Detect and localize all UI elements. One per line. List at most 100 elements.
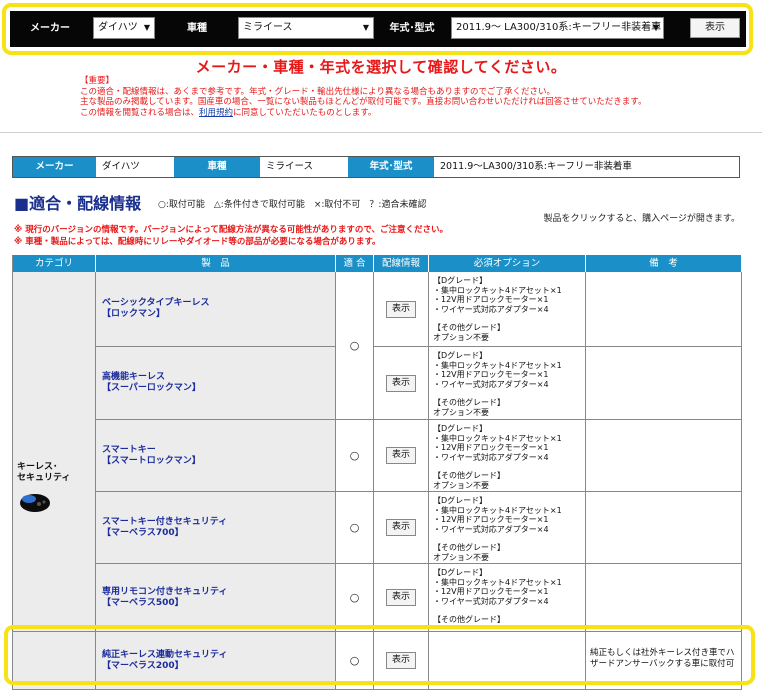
product-model: 【スマートロックマン】 [102, 455, 201, 466]
category-cell: キーレス･ セキュリティ [13, 272, 96, 632]
model-select-value: ミライース [243, 22, 293, 33]
vehicle-info-bar: メーカー ダイハツ 車種 ミライース 年式･型式 2011.9～LA300/31… [12, 156, 740, 178]
product-link[interactable]: 高機能キーレス 【スーパーロックマン】 [96, 347, 336, 420]
wiring-cell: 表示 [374, 420, 429, 492]
maker-label: メーカー [30, 23, 70, 34]
info-model-label: 車種 [174, 157, 260, 177]
maker-select[interactable]: ダイハツ ▼ [93, 17, 155, 39]
header-fit: 適 合 [336, 255, 374, 272]
wiring-show-button[interactable]: 表示 [386, 589, 416, 606]
vehicle-selector-bar: メーカー ダイハツ ▼ 車種 ミライース ▼ 年式･型式 2011.9～ LA3… [10, 11, 746, 47]
notice-text: に同意していただいたものとします。 [233, 107, 377, 118]
required-options: 【Dグレード】 ・集中ロックキット4ドアセット×1 ・12V用ドアロックモーター… [429, 272, 586, 347]
option-line: ・集中ロックキット4ドアセット×1 [433, 505, 562, 515]
option-line: 【その他グレード】 [433, 615, 505, 625]
header-options: 必須オプション [429, 255, 586, 272]
fit-status: ○ [336, 632, 374, 690]
divider [0, 132, 762, 133]
product-model: 【スーパーロックマン】 [102, 383, 201, 393]
category-cell [13, 632, 96, 690]
option-line: ・ワイヤー式対応アダプター×4 [433, 452, 549, 462]
option-line: ・ワイヤー式対応アダプター×4 [433, 596, 549, 606]
wiring-cell: 表示 [374, 632, 429, 690]
product-link[interactable]: 専用リモコン付きセキュリティ 【マーベラス500】 [96, 564, 336, 632]
product-link[interactable]: スマートキー付きセキュリティ 【マーベラス700】 [96, 492, 336, 564]
wiring-show-button[interactable]: 表示 [386, 519, 416, 536]
info-maker-label: メーカー [13, 157, 96, 177]
option-line: 【Dグレード】 [433, 351, 488, 360]
fit-status: ○ [336, 564, 374, 632]
option-line: 【その他グレード】 [433, 471, 505, 481]
model-label: 車種 [187, 23, 207, 34]
option-line: 【Dグレード】 [433, 424, 488, 433]
remarks-cell [586, 272, 742, 347]
option-line: 【Dグレード】 [433, 496, 488, 505]
product-link[interactable]: スマートキー 【スマートロックマン】 [96, 420, 336, 492]
year-label: 年式･型式 [389, 23, 435, 34]
wiring-show-button[interactable]: 表示 [386, 374, 416, 392]
fit-legend: ○:取付可能 △:条件付きで取付可能 ×:取付不可 ？:適合未確認 [158, 200, 427, 210]
model-select[interactable]: ミライース ▼ [238, 17, 374, 39]
product-model: 【ロックマン】 [102, 309, 166, 319]
notice-text: この情報を閲覧される場合は、 [80, 107, 200, 118]
info-model-value: ミライース [266, 161, 314, 172]
option-line: ・12V用ドアロックモーター×1 [433, 443, 549, 453]
option-line: オプション不要 [433, 480, 489, 490]
wiring-cell: 表示 [374, 347, 429, 420]
wiring-cell: 表示 [374, 492, 429, 564]
chevron-down-icon: ▼ [362, 23, 369, 32]
wiring-show-button[interactable]: 表示 [386, 300, 416, 318]
required-options: 【Dグレード】 ・集中ロックキット4ドアセット×1 ・12V用ドアロックモーター… [429, 564, 586, 632]
option-line: オプション不要 [433, 332, 489, 342]
fit-status: ○ [336, 492, 374, 564]
option-line: 【Dグレード】 [433, 276, 488, 285]
section-title: ■適合・配線情報 [14, 194, 142, 213]
product-name: 高機能キーレス [102, 372, 166, 382]
option-line: ・ワイヤー式対応アダプター×4 [433, 304, 549, 314]
option-line: 【その他グレード】 [433, 323, 505, 333]
info-year-label: 年式･型式 [348, 157, 434, 177]
option-line: オプション不要 [433, 552, 489, 562]
version-warning: ※ 現行のバージョンの情報です。バージョンによって配線方法が異なる可能性がありま… [14, 225, 449, 235]
product-name: ベーシックタイプキーレス [102, 298, 210, 308]
remarks-cell [586, 492, 742, 564]
car-key-remote-icon [20, 494, 50, 512]
product-name: スマートキー付きセキュリティ [102, 516, 228, 527]
product-model: 【マーベラス700】 [102, 527, 184, 538]
wiring-show-button[interactable]: 表示 [386, 447, 416, 464]
header-wiring: 配線情報 [374, 255, 429, 272]
click-note: 製品をクリックすると、購入ページが開きます。 [543, 214, 740, 224]
maker-select-value: ダイハツ [98, 22, 138, 33]
fitment-table: カテゴリ 製 品 適 合 配線情報 必須オプション 備 考 キーレス･ セキュリ… [12, 255, 742, 690]
year-select[interactable]: 2011.9～ LA300/310系:キーフリー非装着車 ▼ [451, 17, 664, 39]
product-model: 【マーベラス200】 [102, 660, 184, 671]
fit-status: ○ [336, 420, 374, 492]
required-options [429, 632, 586, 690]
notice-line: この適合・配線情報は、あくまで参考です。年式・グレード・輸出先仕様により異なる場… [80, 86, 555, 97]
parts-warning: ※ 車種・製品によっては、配線時にリレーやダイオード等の部品が必要になる場合があ… [14, 237, 381, 247]
chevron-down-icon: ▼ [652, 23, 659, 32]
required-options: 【Dグレード】 ・集中ロックキット4ドアセット×1 ・12V用ドアロックモーター… [429, 492, 586, 564]
remarks-cell [586, 420, 742, 492]
product-link[interactable]: ベーシックタイプキーレス 【ロックマン】 [96, 272, 336, 347]
info-year-value: 2011.9～LA300/310系:キーフリー非装着車 [440, 161, 632, 172]
option-line: オプション不要 [433, 407, 489, 417]
remarks-cell [586, 347, 742, 420]
important-notice: 【重要】 この適合・配線情報は、あくまで参考です。年式・グレード・輸出先仕様によ… [80, 76, 646, 118]
select-instruction-headline: メーカー・車種・年式を選択して確認してください。 [195, 58, 567, 76]
product-name: スマートキー [102, 444, 156, 455]
option-line: 【その他グレード】 [433, 543, 505, 553]
terms-link[interactable]: 利用規約 [199, 108, 233, 118]
wiring-show-button[interactable]: 表示 [386, 652, 416, 669]
info-maker-value: ダイハツ [102, 161, 140, 172]
option-line: ・12V用ドアロックモーター×1 [433, 587, 549, 597]
required-options: 【Dグレード】 ・集中ロックキット4ドアセット×1 ・12V用ドアロックモーター… [429, 347, 586, 420]
product-link[interactable]: 純正キーレス連動セキュリティ 【マーベラス200】 [96, 632, 336, 690]
show-button[interactable]: 表示 [690, 18, 740, 38]
remarks-cell: 純正もしくは社外キーレス付き車でハザードアンサーバックする車に取付可 [586, 632, 742, 690]
product-name: 専用リモコン付きセキュリティ [102, 586, 228, 597]
notice-line: 主な製品のみ掲載しています。国産車の場合、一覧にない製品もほとんどが取付可能です… [80, 97, 647, 107]
option-line: ・ワイヤー式対応アダプター×4 [433, 379, 549, 389]
year-select-value: 2011.9～ LA300/310系:キーフリー非装着車 [456, 22, 662, 33]
category-label: キーレス･ セキュリティ [17, 462, 71, 483]
